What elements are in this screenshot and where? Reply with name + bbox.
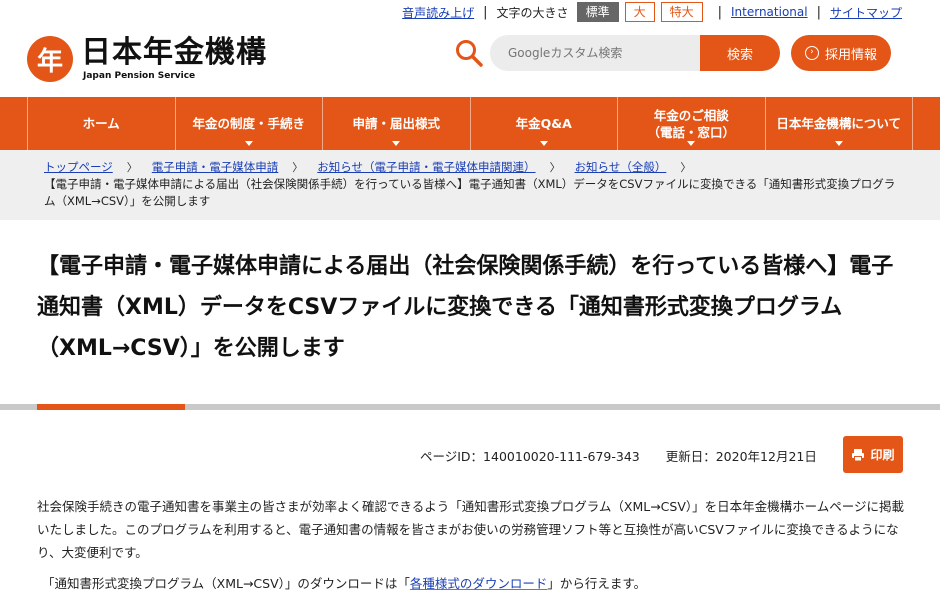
global-nav: ホーム 年金の制度・手続き 申請・届出様式 年金Q&A 年金のご相談 （電話・窓…: [0, 97, 940, 150]
logo-mark-icon: 年: [27, 36, 73, 82]
caret-down-icon: [244, 141, 253, 146]
utility-bar: 音声読み上げ | 文字の大きさ 標準 大 特大 | International …: [0, 0, 940, 24]
nav-item-label: 申請・届出様式: [352, 116, 440, 131]
breadcrumb: トップページ 〉 電子申請・電子媒体申請 〉 お知らせ（電子申請・電子媒体申請関…: [0, 150, 940, 220]
download-line: 「通知書形式変換プログラム（XML→CSV）」のダウンロードは「各種様式のダウン…: [42, 574, 646, 594]
caret-down-icon: [834, 141, 843, 146]
breadcrumb-link-notices-e-application[interactable]: お知らせ（電子申請・電子媒体申請関連）: [317, 159, 535, 175]
breadcrumb-current: 【電子申請・電子媒体申請による届出（社会保険関係手続）を行っている皆様へ】電子通…: [44, 177, 896, 208]
chevron-right-icon: 〉: [126, 161, 138, 174]
nav-item-consultation[interactable]: 年金のご相談 （電話・窓口）: [618, 97, 766, 150]
nav-item-system[interactable]: 年金の制度・手続き: [176, 97, 323, 150]
body-paragraph: 社会保険手続きの電子通知書を事業主の皆さまが効率よく確認できるよう「通知書形式変…: [37, 499, 905, 560]
nav-item-home[interactable]: ホーム: [28, 97, 176, 150]
print-button-label: 印刷: [870, 448, 895, 462]
read-aloud-link[interactable]: 音声読み上げ: [402, 4, 474, 21]
chevron-right-icon: 〉: [680, 161, 692, 174]
text-size-xlarge-button[interactable]: 特大: [660, 2, 703, 22]
international-link[interactable]: International: [731, 5, 808, 19]
nav-item-forms[interactable]: 申請・届出様式: [323, 97, 471, 150]
nav-item-label: 年金のご相談 （電話・窓口）: [647, 107, 735, 140]
sitemap-link[interactable]: サイトマップ: [830, 4, 902, 21]
breadcrumb-link-top[interactable]: トップページ: [44, 159, 113, 175]
recruit-button[interactable]: › 採用情報: [791, 35, 891, 71]
print-button[interactable]: 印刷: [843, 436, 903, 473]
nav-item-label: 日本年金機構について: [776, 116, 902, 131]
text-size-standard-button[interactable]: 標準: [576, 2, 619, 22]
chevron-right-icon: ›: [804, 46, 819, 60]
nav-item-label: 年金の制度・手続き: [192, 116, 305, 131]
updated-date: 更新日：2020年12月21日: [665, 449, 817, 464]
breadcrumb-link-notices-general[interactable]: お知らせ（全般）: [575, 159, 667, 175]
search-icon: [456, 40, 483, 67]
nav-item-label: 年金Q&A: [515, 116, 572, 131]
download-forms-link[interactable]: 各種様式のダウンロード: [410, 576, 548, 591]
caret-down-icon: [392, 141, 401, 146]
logo-subtitle: Japan Pension Service: [83, 71, 196, 81]
divider: |: [717, 4, 722, 20]
page-title: 【電子申請・電子媒体申請による届出（社会保険関係手続）を行っている皆様へ】電子通…: [37, 254, 894, 361]
chevron-right-icon: 〉: [549, 161, 561, 174]
logo-title: 日本年金機構: [81, 35, 267, 70]
text-size-label: 文字の大きさ: [496, 5, 569, 20]
chevron-right-icon: 〉: [292, 161, 304, 174]
nav-item-label: ホーム: [82, 116, 120, 131]
title-underline-accent: [37, 404, 185, 410]
divider: |: [483, 4, 488, 20]
nav-item-qa[interactable]: 年金Q&A: [471, 97, 618, 150]
breadcrumb-link-e-application[interactable]: 電子申請・電子媒体申請: [152, 159, 279, 175]
search-input[interactable]: [490, 35, 710, 71]
site-logo[interactable]: 年 日本年金機構 Japan Pension Service: [27, 36, 267, 82]
text-size-large-button[interactable]: 大: [624, 2, 655, 22]
caret-down-icon: [539, 141, 548, 146]
printer-icon: [852, 448, 865, 461]
caret-down-icon: [687, 141, 696, 146]
site-header: 年 日本年金機構 Japan Pension Service 検索 › 採用情報: [0, 24, 940, 97]
page-meta: ページID：140010020-111-679-343 更新日：2020年12月…: [420, 446, 839, 465]
download-suffix: 」から行えます。: [547, 576, 647, 591]
recruit-button-label: 採用情報: [824, 47, 877, 63]
nav-item-about[interactable]: 日本年金機構について: [766, 97, 913, 150]
download-prefix: 「通知書形式変換プログラム（XML→CSV）」のダウンロードは「: [42, 576, 410, 591]
page-id: ページID：140010020-111-679-343: [420, 449, 640, 464]
divider: |: [816, 4, 821, 20]
search-button[interactable]: 検索: [700, 35, 780, 71]
